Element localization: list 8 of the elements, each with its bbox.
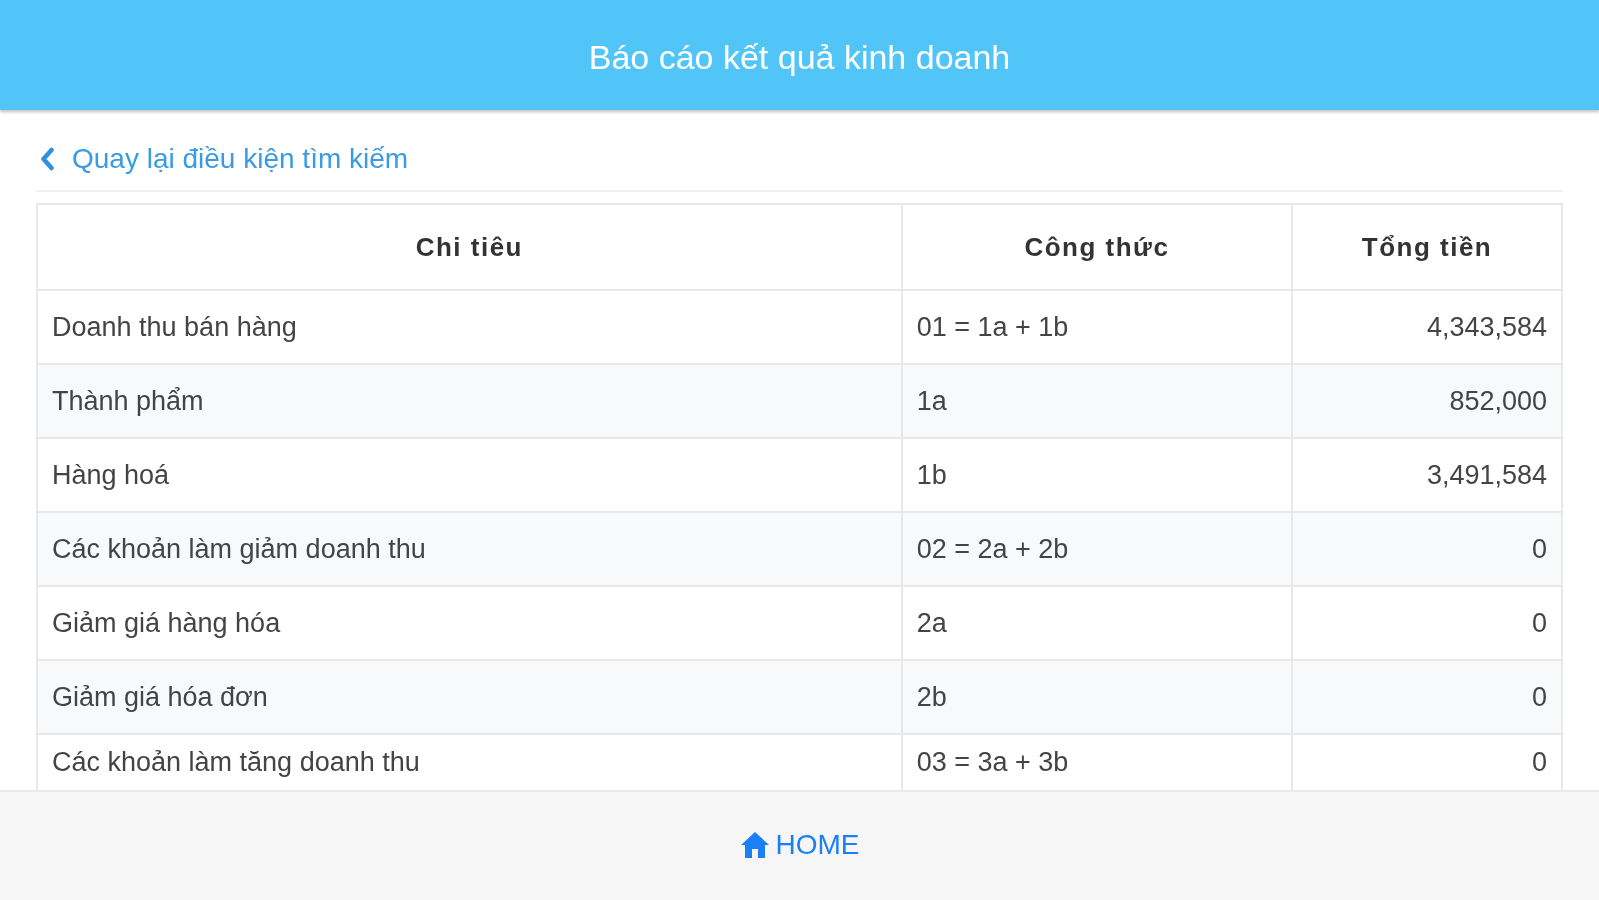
column-header: Chi tiêu xyxy=(37,204,902,290)
home-icon xyxy=(739,830,770,860)
back-link[interactable]: Quay lại điều kiện tìm kiếm xyxy=(40,142,409,176)
column-header: Tổng tiền xyxy=(1292,204,1562,290)
home-button[interactable]: HOME xyxy=(739,828,860,862)
chevron-left-icon xyxy=(40,147,54,171)
column-header: Công thức xyxy=(901,204,1293,290)
page-title: Báo cáo kết quả kinh doanh xyxy=(588,37,1011,77)
